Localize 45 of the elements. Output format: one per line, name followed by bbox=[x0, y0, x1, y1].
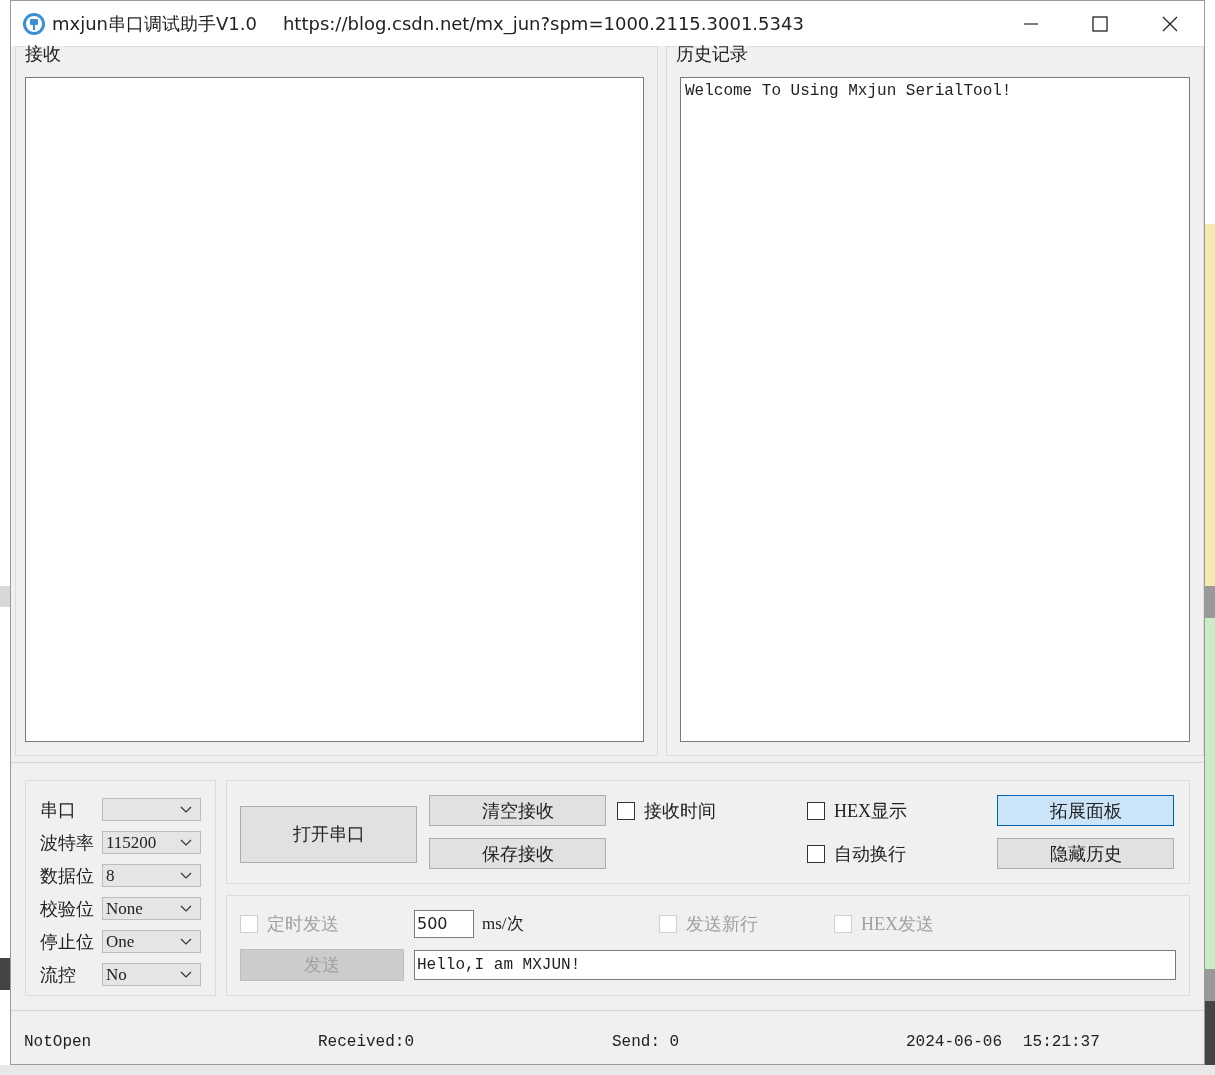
checkbox-label: 定时发送 bbox=[267, 912, 339, 936]
checkbox-label: 接收时间 bbox=[644, 799, 716, 823]
receive-action-button[interactable]: 保存接收 bbox=[429, 838, 606, 869]
unit-label: ms/次 bbox=[482, 913, 525, 935]
receive-action-button[interactable]: 清空接收 bbox=[429, 795, 606, 826]
checkbox-label: HEX发送 bbox=[861, 912, 934, 936]
setting-label: 停止位 bbox=[40, 930, 95, 954]
checkbox[interactable] bbox=[807, 844, 825, 863]
setting-label: 串口 bbox=[40, 798, 77, 822]
status-text: Send: 0 bbox=[612, 1032, 681, 1051]
checkbox[interactable] bbox=[617, 801, 635, 820]
close-icon[interactable] bbox=[1162, 15, 1178, 32]
dropdown[interactable]: One bbox=[102, 930, 201, 953]
open-port-button[interactable]: 打开串口 bbox=[240, 805, 417, 863]
chevron-icon bbox=[180, 872, 192, 879]
chevron-icon bbox=[180, 938, 192, 945]
dropdown[interactable]: 8 bbox=[102, 864, 201, 887]
status-text: Received:0 bbox=[318, 1032, 415, 1051]
setting-label: 流控 bbox=[40, 963, 77, 987]
window-url: https://blog.csdn.net/mx_jun?spm=1000.2115.3001.5343 bbox=[282, 13, 804, 34]
panel-button[interactable]: 隐藏历史 bbox=[997, 838, 1174, 869]
window-title: mxjun串口调试助手V1.0 bbox=[52, 11, 257, 36]
panel-button[interactable]: 拓展面板 bbox=[997, 795, 1174, 826]
chevron-icon bbox=[180, 971, 192, 978]
checkbox[interactable] bbox=[807, 801, 825, 820]
setting-label: 校验位 bbox=[40, 897, 95, 921]
chevron-icon bbox=[180, 905, 192, 912]
status-text: 2024-06-06 bbox=[906, 1032, 1003, 1051]
checkbox-label: 自动换行 bbox=[834, 842, 906, 866]
maximize-icon[interactable] bbox=[1092, 15, 1108, 32]
checkbox-label: 发送新行 bbox=[686, 912, 758, 936]
dropdown[interactable]: No bbox=[102, 963, 201, 986]
status-text: NotOpen bbox=[24, 1032, 93, 1051]
dropdown[interactable]: None bbox=[102, 897, 201, 920]
message-input[interactable]: Hello,I am MXJUN! bbox=[414, 950, 1176, 980]
app-icon bbox=[22, 11, 46, 36]
chevron-icon bbox=[180, 806, 192, 813]
setting-label: 数据位 bbox=[40, 864, 95, 888]
setting-label: 波特率 bbox=[40, 831, 95, 855]
chevron-icon bbox=[180, 839, 192, 846]
history-text-area[interactable]: Welcome To Using Mxjun SerialTool! bbox=[680, 77, 1190, 742]
checkbox-label: HEX显示 bbox=[834, 799, 907, 823]
status-text: 15:21:37 bbox=[1023, 1032, 1100, 1051]
dropdown[interactable]: 115200 bbox=[102, 831, 201, 854]
interval-input[interactable]: 500 bbox=[414, 909, 474, 938]
